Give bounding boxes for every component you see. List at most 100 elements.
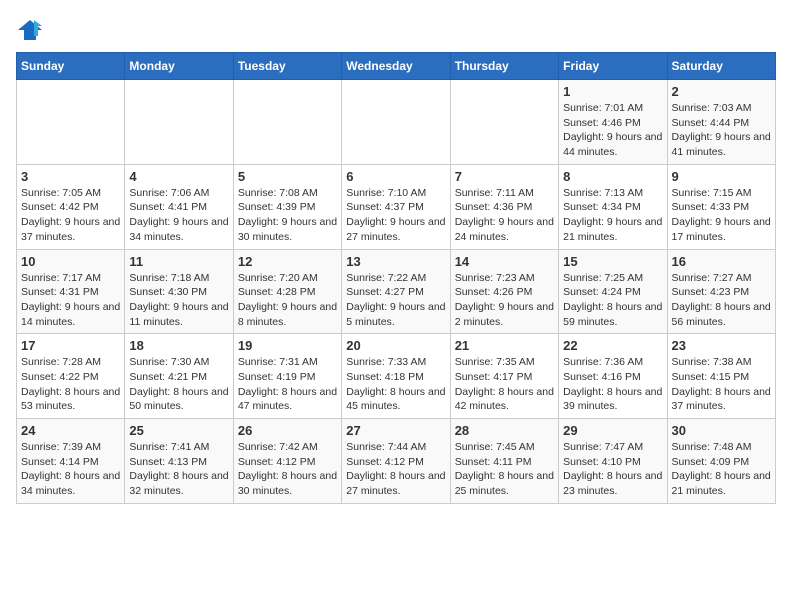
calendar-cell: 20 Sunrise: 7:33 AM Sunset: 4:18 PM Dayli… [342,334,450,419]
day-number: 15 [563,254,662,269]
day-info: Sunrise: 7:20 AM Sunset: 4:28 PM Dayligh… [238,271,337,330]
calendar-cell [17,80,125,165]
calendar-cell: 15Sunrise: 7:25 AM Sunset: 4:24 PM Dayli… [559,249,667,334]
day-number: 3 [21,169,120,184]
calendar-cell: 9 Sunrise: 7:15 AM Sunset: 4:33 PM Daylig… [667,164,775,249]
day-number: 24 [21,423,120,438]
day-number: 14 [455,254,554,269]
day-info: Sunrise: 7:11 AM Sunset: 4:36 PM Dayligh… [455,186,554,245]
calendar-cell: 1 Sunrise: 7:01 AM Sunset: 4:46 PM Daylig… [559,80,667,165]
column-header-sunday: Sunday [17,53,125,80]
day-number: 6 [346,169,445,184]
day-number: 21 [455,338,554,353]
day-info: Sunrise: 7:10 AM Sunset: 4:37 PM Dayligh… [346,186,445,245]
day-info: Sunrise: 7:30 AM Sunset: 4:21 PM Dayligh… [129,355,228,414]
calendar-cell: 28 Sunrise: 7:45 AM Sunset: 4:11 PM Dayli… [450,419,558,504]
logo [16,16,48,44]
day-info: Sunrise: 7:03 AM Sunset: 4:44 PM Dayligh… [672,101,771,160]
day-number: 18 [129,338,228,353]
day-info: Sunrise: 7:01 AM Sunset: 4:46 PM Dayligh… [563,101,662,160]
calendar-cell: 18 Sunrise: 7:30 AM Sunset: 4:21 PM Dayli… [125,334,233,419]
calendar-cell: 13 Sunrise: 7:22 AM Sunset: 4:27 PM Dayli… [342,249,450,334]
calendar-week-row: 3Sunrise: 7:05 AM Sunset: 4:42 PM Daylig… [17,164,776,249]
day-info: Sunrise: 7:13 AM Sunset: 4:34 PM Dayligh… [563,186,662,245]
day-number: 20 [346,338,445,353]
column-header-thursday: Thursday [450,53,558,80]
day-info: Sunrise: 7:08 AM Sunset: 4:39 PM Dayligh… [238,186,337,245]
calendar-cell [233,80,341,165]
column-header-tuesday: Tuesday [233,53,341,80]
day-info: Sunrise: 7:31 AM Sunset: 4:19 PM Dayligh… [238,355,337,414]
calendar-cell: 24 Sunrise: 7:39 AM Sunset: 4:14 PM Dayli… [17,419,125,504]
calendar-cell: 8 Sunrise: 7:13 AM Sunset: 4:34 PM Daylig… [559,164,667,249]
calendar-cell [125,80,233,165]
day-info: Sunrise: 7:22 AM Sunset: 4:27 PM Dayligh… [346,271,445,330]
calendar-cell: 2 Sunrise: 7:03 AM Sunset: 4:44 PM Daylig… [667,80,775,165]
calendar-week-row: 10 Sunrise: 7:17 AM Sunset: 4:31 PM Dayli… [17,249,776,334]
calendar-cell: 23 Sunrise: 7:38 AM Sunset: 4:15 PM Dayli… [667,334,775,419]
column-header-friday: Friday [559,53,667,80]
day-number: 11 [129,254,228,269]
day-info: Sunrise: 7:39 AM Sunset: 4:14 PM Dayligh… [21,440,120,499]
calendar-cell: 6 Sunrise: 7:10 AM Sunset: 4:37 PM Daylig… [342,164,450,249]
calendar-cell: 27 Sunrise: 7:44 AM Sunset: 4:12 PM Dayli… [342,419,450,504]
calendar-cell: 17 Sunrise: 7:28 AM Sunset: 4:22 PM Dayli… [17,334,125,419]
day-info: Sunrise: 7:15 AM Sunset: 4:33 PM Dayligh… [672,186,771,245]
day-number: 23 [672,338,771,353]
calendar-body: 1 Sunrise: 7:01 AM Sunset: 4:46 PM Daylig… [17,80,776,504]
calendar-cell: 14 Sunrise: 7:23 AM Sunset: 4:26 PM Dayli… [450,249,558,334]
day-number: 1 [563,84,662,99]
day-info: Sunrise: 7:38 AM Sunset: 4:15 PM Dayligh… [672,355,771,414]
day-info: Sunrise: 7:45 AM Sunset: 4:11 PM Dayligh… [455,440,554,499]
day-info: Sunrise: 7:44 AM Sunset: 4:12 PM Dayligh… [346,440,445,499]
day-number: 17 [21,338,120,353]
calendar-header-row: SundayMondayTuesdayWednesdayThursdayFrid… [17,53,776,80]
day-number: 8 [563,169,662,184]
day-number: 28 [455,423,554,438]
day-number: 9 [672,169,771,184]
day-number: 29 [563,423,662,438]
day-number: 26 [238,423,337,438]
day-info: Sunrise: 7:41 AM Sunset: 4:13 PM Dayligh… [129,440,228,499]
day-info: Sunrise: 7:47 AM Sunset: 4:10 PM Dayligh… [563,440,662,499]
day-info: Sunrise: 7:33 AM Sunset: 4:18 PM Dayligh… [346,355,445,414]
calendar-cell: 26Sunrise: 7:42 AM Sunset: 4:12 PM Dayli… [233,419,341,504]
day-number: 27 [346,423,445,438]
day-number: 13 [346,254,445,269]
day-info: Sunrise: 7:35 AM Sunset: 4:17 PM Dayligh… [455,355,554,414]
day-number: 10 [21,254,120,269]
calendar-week-row: 17 Sunrise: 7:28 AM Sunset: 4:22 PM Dayli… [17,334,776,419]
column-header-wednesday: Wednesday [342,53,450,80]
day-number: 2 [672,84,771,99]
day-number: 7 [455,169,554,184]
calendar-cell: 5 Sunrise: 7:08 AM Sunset: 4:39 PM Daylig… [233,164,341,249]
calendar-cell: 21 Sunrise: 7:35 AM Sunset: 4:17 PM Dayli… [450,334,558,419]
calendar-cell: 22 Sunrise: 7:36 AM Sunset: 4:16 PM Dayli… [559,334,667,419]
calendar-cell: 16 Sunrise: 7:27 AM Sunset: 4:23 PM Dayli… [667,249,775,334]
calendar-cell: 4Sunrise: 7:06 AM Sunset: 4:41 PM Daylig… [125,164,233,249]
day-number: 19 [238,338,337,353]
day-number: 25 [129,423,228,438]
day-number: 5 [238,169,337,184]
column-header-monday: Monday [125,53,233,80]
calendar-cell: 19 Sunrise: 7:31 AM Sunset: 4:19 PM Dayli… [233,334,341,419]
day-info: Sunrise: 7:28 AM Sunset: 4:22 PM Dayligh… [21,355,120,414]
day-info: Sunrise: 7:48 AM Sunset: 4:09 PM Dayligh… [672,440,771,499]
day-info: Sunrise: 7:17 AM Sunset: 4:31 PM Dayligh… [21,271,120,330]
calendar-cell: 30Sunrise: 7:48 AM Sunset: 4:09 PM Dayli… [667,419,775,504]
calendar-cell: 29 Sunrise: 7:47 AM Sunset: 4:10 PM Dayli… [559,419,667,504]
calendar-week-row: 24 Sunrise: 7:39 AM Sunset: 4:14 PM Dayli… [17,419,776,504]
logo-icon [16,16,44,44]
day-info: Sunrise: 7:27 AM Sunset: 4:23 PM Dayligh… [672,271,771,330]
calendar-week-row: 1 Sunrise: 7:01 AM Sunset: 4:46 PM Daylig… [17,80,776,165]
day-number: 16 [672,254,771,269]
calendar-cell: 11Sunrise: 7:18 AM Sunset: 4:30 PM Dayli… [125,249,233,334]
day-info: Sunrise: 7:23 AM Sunset: 4:26 PM Dayligh… [455,271,554,330]
calendar-cell: 12Sunrise: 7:20 AM Sunset: 4:28 PM Dayli… [233,249,341,334]
day-info: Sunrise: 7:36 AM Sunset: 4:16 PM Dayligh… [563,355,662,414]
day-info: Sunrise: 7:06 AM Sunset: 4:41 PM Dayligh… [129,186,228,245]
calendar-cell [342,80,450,165]
calendar-cell: 7 Sunrise: 7:11 AM Sunset: 4:36 PM Daylig… [450,164,558,249]
day-number: 22 [563,338,662,353]
calendar-cell [450,80,558,165]
